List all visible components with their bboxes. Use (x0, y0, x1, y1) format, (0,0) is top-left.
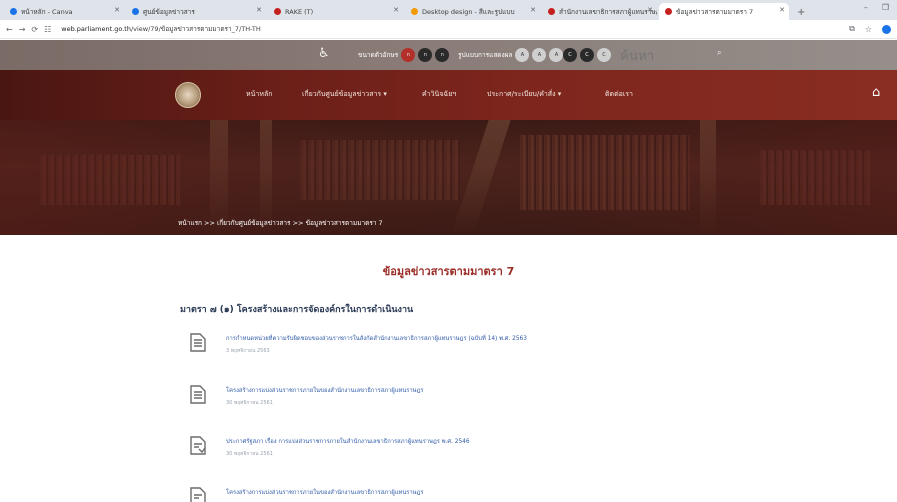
document-icon (190, 385, 206, 404)
browser-tab-label: ข้อมูลข่าวสารตามมาตรา 7 (676, 7, 754, 16)
font-size-label: ขนาดตัวอักษร (358, 51, 399, 59)
document-item[interactable]: โครงสร้างการแบ่งส่วนราชการภายในของสำนักง… (190, 487, 750, 502)
hero-banner: หน้าแรก >> เกี่ยวกับศูนย์ข้อมูลข่าวสาร >… (0, 120, 897, 235)
nav-item-contact[interactable]: ติดต่อเรา (605, 89, 633, 100)
display-mode-normal-button[interactable]: A (515, 48, 530, 62)
parliament-favicon-icon (548, 8, 555, 15)
display-mode-label: รูปแบบการแสดงผล (458, 51, 513, 59)
nav-item-rulings[interactable]: คำวินิจฉัยฯ (422, 89, 456, 100)
translate-icon[interactable]: ⧉ (849, 24, 855, 34)
display-mode-contrast-button[interactable]: A (532, 48, 547, 62)
font-size-controls: ขนาดตัวอักษร ก ก ก (358, 48, 450, 62)
nav-item-label: ประกาศ/ระเบียบ/คำสั่ง (487, 90, 556, 98)
forward-icon[interactable]: → (19, 25, 26, 34)
contrast-dark-button[interactable]: C (563, 48, 577, 62)
reload-icon[interactable]: ⟳ (31, 25, 38, 34)
nav-item-label: เกี่ยวกับศูนย์ข้อมูลข่าวสาร (302, 90, 382, 98)
nav-item-about[interactable]: เกี่ยวกับศูนย์ข้อมูลข่าวสาร ▾ (302, 89, 387, 100)
site-utility-bar: ♿ ขนาดตัวอักษร ก ก ก รูปแบบการแสดงผล A A… (0, 40, 897, 70)
site-info-icon[interactable]: ☷ (44, 25, 51, 34)
search-icon[interactable]: ⌕ (717, 48, 721, 58)
main-navigation: หน้าหลัก เกี่ยวกับศูนย์ข้อมูลข่าวสาร ▾ ค… (0, 70, 897, 120)
minimize-icon[interactable]: – (864, 3, 868, 12)
browser-tab-label: RAKE (T) (285, 7, 314, 16)
browser-tab-label: สำนักงานเลขาธิการสภาผู้แทนราษฎร (559, 7, 657, 16)
browser-tab-active[interactable]: ข้อมูลข่าวสารตามมาตรา 7 ✕ (659, 3, 789, 20)
new-tab-button[interactable]: + (791, 7, 811, 20)
address-bar: ← → ⟳ ☷ web.parliament.go.th/view/79/ข้อ… (0, 20, 897, 39)
breadcrumb[interactable]: หน้าแรก >> เกี่ยวกับศูนย์ข้อมูลข่าวสาร >… (178, 218, 383, 228)
close-icon[interactable]: ✕ (256, 6, 262, 14)
font-size-small-button[interactable]: ก (401, 48, 416, 62)
accessibility-icon[interactable]: ♿ (318, 46, 330, 61)
document-title[interactable]: โครงสร้างการแบ่งส่วนราชการภายในของสำนักง… (226, 487, 423, 497)
address-bar-actions: ⧉ ☆ (849, 24, 891, 34)
site-search-input[interactable] (620, 49, 830, 62)
url-domain: web.parliament.go.th (61, 25, 131, 33)
document-icon (190, 333, 206, 352)
document-title[interactable]: โครงสร้างการแบ่งส่วนราชการภายในของสำนักง… (226, 385, 423, 395)
document-title[interactable]: ประกาศรัฐสภา เรื่อง การแบ่งส่วนราชการภาย… (226, 436, 470, 446)
gmail-favicon-icon (274, 8, 281, 15)
nav-item-home[interactable]: หน้าหลัก (246, 89, 272, 100)
close-icon[interactable]: ✕ (647, 6, 653, 14)
document-date: 3 พฤศจิกายน 2563 (226, 348, 270, 354)
parliament-favicon-icon (665, 8, 672, 15)
browser-tab[interactable]: RAKE (T) ✕ (268, 3, 403, 20)
document-icon (190, 436, 206, 455)
restore-icon[interactable]: ❐ (882, 3, 889, 12)
url-path: /view/79/ข้อมูลข่าวสารตามมาตรา_7/TH-TH (130, 25, 261, 33)
profile-avatar[interactable] (882, 24, 891, 34)
chevron-down-icon: ▾ (383, 90, 387, 98)
browser-window: หน้าหลัก - Canva ✕ ศูนย์ข้อมูลข่าวสาร ✕ … (0, 0, 897, 502)
contrast-light-button[interactable]: C (597, 48, 611, 62)
browser-tab[interactable]: สำนักงานเลขาธิการสภาผู้แทนราษฎร ✕ (542, 3, 657, 20)
document-date: 30 พฤศจิกายน 2561 (226, 400, 273, 406)
browser-tab-strip: หน้าหลัก - Canva ✕ ศูนย์ข้อมูลข่าวสาร ✕ … (0, 0, 897, 20)
browser-tab-label: Desktop design - สีและรูปแบบ (422, 7, 515, 16)
contrast-black-button[interactable]: C (580, 48, 594, 62)
chevron-down-icon: ▾ (557, 90, 562, 98)
browser-tab[interactable]: ศูนย์ข้อมูลข่าวสาร ✕ (126, 3, 266, 20)
document-icon (190, 487, 206, 502)
contrast-controls: C C C (560, 48, 611, 62)
browser-tab-label: ศูนย์ข้อมูลข่าวสาร (143, 7, 195, 16)
home-icon[interactable]: ⌂ (872, 85, 880, 100)
design-favicon-icon (411, 8, 418, 15)
close-icon[interactable]: ✕ (114, 6, 120, 14)
browser-tab[interactable]: Desktop design - สีและรูปแบบ ✕ (405, 3, 540, 20)
page-title: ข้อมูลข่าวสารตามมาตรา 7 (382, 265, 515, 278)
close-icon[interactable]: ✕ (530, 6, 536, 14)
browser-tab-label: หน้าหลัก - Canva (21, 7, 73, 16)
window-controls: – ❐ (864, 3, 889, 12)
document-item[interactable]: การกำหนดหน่วยที่ความรับผิดชอบของส่วนราชก… (190, 333, 750, 363)
parliament-logo[interactable] (175, 82, 201, 108)
document-title[interactable]: การกำหนดหน่วยที่ความรับผิดชอบของส่วนราชก… (226, 333, 527, 343)
close-icon[interactable]: ✕ (779, 6, 785, 14)
font-size-large-button[interactable]: ก (435, 48, 450, 62)
back-icon[interactable]: ← (6, 25, 13, 34)
document-item[interactable]: ประกาศรัฐสภา เรื่อง การแบ่งส่วนราชการภาย… (190, 436, 750, 466)
close-icon[interactable]: ✕ (393, 6, 399, 14)
browser-tab[interactable]: หน้าหลัก - Canva ✕ (4, 3, 124, 20)
document-item[interactable]: โครงสร้างการแบ่งส่วนราชการภายในของสำนักง… (190, 385, 750, 415)
bookmark-star-icon[interactable]: ☆ (865, 25, 872, 34)
canva-favicon-icon (10, 8, 17, 15)
font-size-medium-button[interactable]: ก (418, 48, 433, 62)
section-heading: มาตรา ๗ (๑) โครงสร้างและการจัดองค์กรในกา… (180, 305, 414, 315)
display-mode-controls: รูปแบบการแสดงผล A A A (458, 48, 564, 62)
site-favicon-icon (132, 8, 139, 15)
url-field[interactable]: web.parliament.go.th/view/79/ข้อมูลข่าวส… (61, 24, 260, 34)
document-date: 30 พฤศจิกายน 2561 (226, 451, 273, 457)
hero-overlay (0, 120, 897, 235)
nav-item-announcements[interactable]: ประกาศ/ระเบียบ/คำสั่ง ▾ (487, 89, 561, 100)
